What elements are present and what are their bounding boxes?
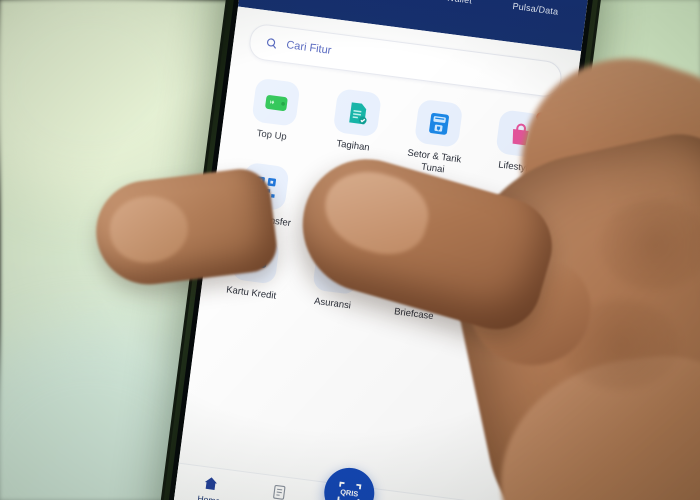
screenshot-stage: Transfer BRIVA E-Wallet: [0, 0, 700, 500]
qris-scan-icon: QRIS: [337, 481, 362, 500]
atm-machine-icon: [413, 98, 464, 148]
svg-text:Rp: Rp: [509, 221, 516, 228]
menu-item-label: Debit Virtual: [315, 221, 369, 240]
currency-exchange-icon: $ Rp: [484, 193, 534, 243]
briefcase-icon: [393, 255, 443, 306]
menu-item-bank[interactable]: Bank: [455, 264, 542, 335]
nav-item-mutasi[interactable]: Mutasi: [242, 480, 314, 500]
credit-card-icon: [230, 234, 281, 285]
menu-item-label: Tagihan: [335, 138, 371, 154]
menu-item-asuransi[interactable]: Asuransi: [292, 243, 379, 314]
menu-item-label: Setor & Tarik Tunai: [406, 147, 462, 175]
virtual-card-icon: [321, 172, 372, 222]
menu-item-label: Top Up: [256, 128, 288, 143]
search-icon: [266, 38, 277, 49]
menu-item-konversi-valas[interactable]: $ Rp Konversi Valas: [464, 191, 551, 262]
search-placeholder: Cari Fitur: [285, 39, 333, 57]
svg-text:Rp: Rp: [425, 198, 432, 205]
phone-screen: Transfer BRIVA E-Wallet: [170, 0, 594, 500]
home-icon: [204, 477, 218, 490]
nav-item-home[interactable]: Home: [174, 471, 246, 500]
nav-fab-spacer: QRIS: [315, 464, 384, 500]
menu-item-label: Asuransi: [313, 295, 352, 311]
menu-item-debit-virtual[interactable]: Debit Virtual: [302, 170, 389, 241]
quick-action-ewallet[interactable]: E-Wallet: [423, 0, 491, 7]
smartphone: Transfer BRIVA E-Wallet: [155, 0, 609, 500]
menu-item-top-up[interactable]: Top Up: [230, 75, 319, 158]
notification-badge: [535, 111, 546, 122]
knuckle-shadow: [600, 200, 700, 290]
list-receipt-icon: [273, 485, 286, 500]
menu-item-lifestyle[interactable]: Lifestyle: [474, 107, 563, 190]
menu-item-label: Kartu Kredit: [225, 283, 277, 302]
menu-item-tagihan[interactable]: Tagihan: [311, 86, 400, 169]
bank-building-icon: [474, 266, 525, 316]
quick-action-label: Pulsa/Data: [511, 0, 559, 17]
qr-code-icon: [240, 161, 290, 212]
menu-item-label: Briefcase: [393, 305, 435, 322]
menu-item-setor-tarik-tunai[interactable]: Setor & Tarik Tunai: [392, 96, 481, 179]
menu-item-label: Lifestyle: [497, 159, 534, 175]
menu-item-qris-transfer[interactable]: QRIS Transfer: [220, 160, 307, 231]
menu-item-label: QRIS Transfer: [229, 210, 292, 230]
menu-item-label: Bank: [483, 317, 507, 332]
quick-action-pulsa[interactable]: Pulsa/Data: [504, 0, 572, 18]
menu-item-donasi[interactable]: Rp Donasi: [383, 181, 470, 252]
menu-grid: Top Up Tagihan Setor & Tarik Tunai Lifes…: [201, 62, 574, 337]
menu-item-label: Donasi: [407, 233, 439, 249]
menu-item-label: Konversi Valas: [472, 241, 537, 261]
svg-text:QRIS: QRIS: [340, 487, 359, 498]
bottom-navigation: Home Mutasi QRIS: [170, 462, 522, 500]
menu-item-briefcase[interactable]: Briefcase: [373, 254, 460, 325]
bill-document-icon: [332, 88, 382, 138]
donation-bag-icon: Rp: [403, 182, 453, 233]
quick-action-label: E-Wallet: [423, 0, 486, 7]
knuckle-shadow: [560, 300, 680, 390]
app-content: Cari Fitur Top Up Tagihan Setor & Tarik …: [170, 6, 582, 500]
menu-item-kartu-kredit[interactable]: Kartu Kredit: [211, 232, 298, 303]
qris-scan-button[interactable]: QRIS: [321, 464, 378, 500]
shopping-bag-icon: [495, 109, 546, 159]
wallet-green-icon: [251, 77, 301, 127]
insurance-icon: [312, 245, 362, 295]
